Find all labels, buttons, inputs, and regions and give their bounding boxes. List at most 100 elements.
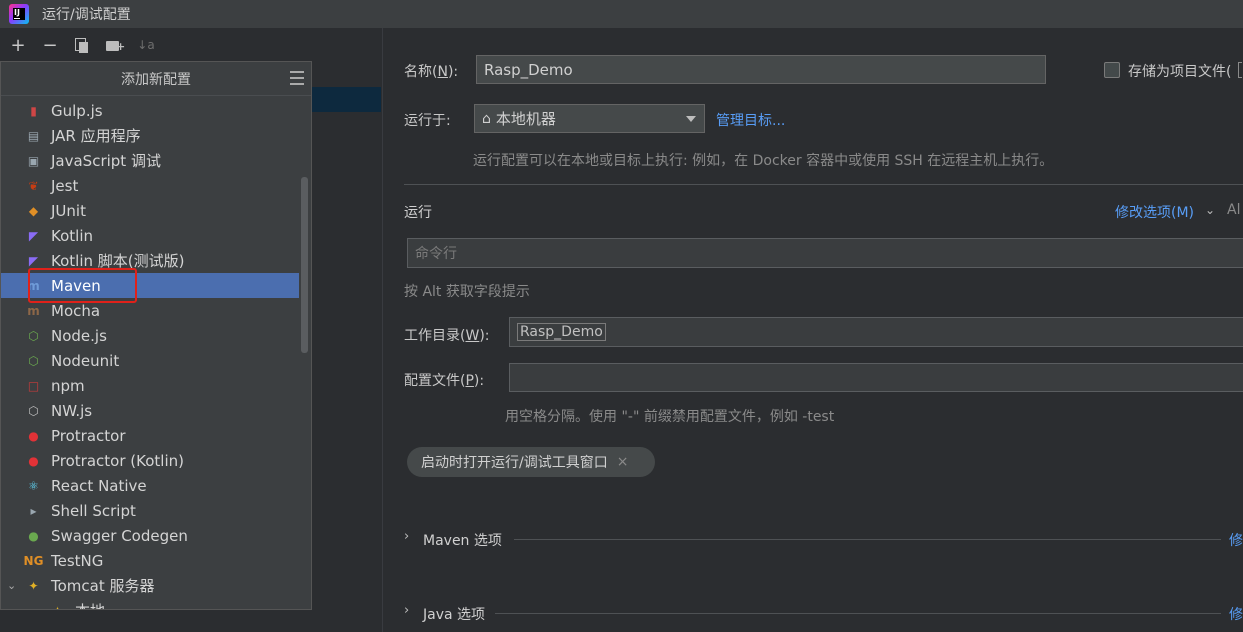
- maven-options-modify-link[interactable]: 修: [1229, 530, 1243, 550]
- config-type-item[interactable]: ◤ Kotlin 脚本(测试版): [1, 248, 299, 273]
- profiles-input[interactable]: [509, 363, 1243, 392]
- plus-icon: +: [10, 34, 26, 56]
- chevron-right-icon[interactable]: ›: [404, 529, 409, 544]
- store-file-icon[interactable]: [1238, 62, 1242, 78]
- remove-configuration-button[interactable]: −: [34, 30, 66, 60]
- run-section-title: 运行: [404, 205, 432, 221]
- open-tool-window-label: 启动时打开运行/调试工具窗口: [421, 455, 608, 471]
- profiles-hint: 用空格分隔。使用 "-" 前缀禁用配置文件，例如 -test: [505, 409, 835, 425]
- config-type-label: Kotlin 脚本(测试版): [51, 252, 185, 270]
- kotlin-script-icon: ◤: [28, 253, 39, 268]
- nodeunit-icon: ⬡: [28, 353, 39, 368]
- config-type-label: Jest: [51, 176, 79, 195]
- divider: [495, 613, 1221, 614]
- react-native-icon: ⚛: [28, 478, 39, 493]
- run-on-label: 运行于:: [404, 113, 451, 129]
- jest-icon: ❦: [28, 178, 39, 193]
- config-type-item[interactable]: ⬡ Nodeunit: [1, 348, 299, 373]
- config-type-label: Nodeunit: [51, 351, 120, 370]
- config-type-label: Tomcat 服务器: [51, 577, 155, 595]
- tree-selected-row[interactable]: [312, 87, 381, 112]
- add-configuration-button[interactable]: +: [2, 30, 34, 60]
- profiles-label: 配置文件(P):: [404, 373, 485, 389]
- collapse-all-icon[interactable]: [290, 70, 304, 86]
- name-input-value: Rasp_Demo: [484, 60, 573, 79]
- config-type-item[interactable]: ⌄ ✦ Tomcat 服务器: [1, 573, 299, 598]
- config-type-item[interactable]: ⬡ Node.js: [1, 323, 299, 348]
- config-type-label: JAR 应用程序: [51, 127, 141, 145]
- popup-scrollbar[interactable]: [301, 177, 308, 353]
- config-type-item[interactable]: ▤ JAR 应用程序: [1, 123, 299, 148]
- config-type-label: Node.js: [51, 326, 107, 345]
- intellij-logo-icon: IJ: [9, 4, 29, 24]
- popup-header: 添加新配置: [1, 62, 311, 96]
- store-as-project-file-label: 存储为项目文件(: [1128, 64, 1232, 80]
- run-on-select[interactable]: ⌂ 本地机器: [474, 104, 705, 133]
- name-label: 名称(N):: [404, 64, 459, 80]
- modify-options-link[interactable]: 修改选项(M): [1115, 202, 1194, 222]
- run-on-hint: 运行配置可以在本地或目标上执行: 例如，在 Docker 容器中或使用 SSH …: [473, 153, 1054, 169]
- alt-field-hint: 按 Alt 获取字段提示: [404, 284, 530, 300]
- modify-options-shortcut: Al: [1227, 202, 1241, 218]
- config-type-item[interactable]: ▸ Shell Script: [1, 498, 299, 523]
- manage-targets-link[interactable]: 管理目标...: [716, 110, 785, 130]
- config-type-item[interactable]: ⬡ NW.js: [1, 398, 299, 423]
- config-type-label: TestNG: [51, 551, 104, 570]
- junit-icon: ◆: [28, 203, 39, 218]
- config-type-label: React Native: [51, 476, 147, 495]
- copy-configuration-button[interactable]: [66, 30, 98, 60]
- protractor-kotlin-icon: ●: [28, 453, 39, 468]
- config-type-item[interactable]: ● Protractor (Kotlin): [1, 448, 299, 473]
- gulp-icon: ▮: [30, 103, 37, 118]
- config-toolbar: + − ↓a: [0, 28, 383, 62]
- jar-icon: ▤: [27, 128, 40, 143]
- config-type-label: Maven: [51, 276, 101, 295]
- config-type-item[interactable]: NG TestNG: [1, 548, 299, 573]
- divider: [404, 184, 1243, 185]
- config-type-label: Protractor: [51, 426, 126, 445]
- config-type-label: Gulp.js: [51, 101, 103, 120]
- java-options-modify-link[interactable]: 修: [1229, 604, 1243, 624]
- config-type-item[interactable]: ⚛ React Native: [1, 473, 299, 498]
- config-type-label: npm: [51, 376, 85, 395]
- configuration-type-list: ▮ Gulp.js ▤ JAR 应用程序 ▣ JavaScript 调试 ❦ Jest ◆ JUn…: [1, 98, 299, 609]
- command-line-input[interactable]: 命令行: [407, 238, 1243, 268]
- config-type-item[interactable]: ✦ 本地: [1, 598, 299, 609]
- config-type-item[interactable]: ◆ JUnit: [1, 198, 299, 223]
- javascript-debug-icon: ▣: [27, 153, 40, 168]
- java-options-section[interactable]: Java 选项: [423, 604, 485, 624]
- config-type-item[interactable]: m Mocha: [1, 298, 299, 323]
- config-type-item[interactable]: ▮ Gulp.js: [1, 98, 299, 123]
- sort-alpha-icon: ↓a: [137, 38, 155, 52]
- run-on-value: 本地机器: [495, 110, 556, 128]
- protractor-icon: ●: [28, 428, 39, 443]
- command-line-placeholder: 命令行: [415, 246, 457, 262]
- tomcat-icon: ✦: [28, 578, 39, 593]
- close-icon[interactable]: ×: [617, 454, 629, 470]
- minus-icon: −: [42, 34, 58, 56]
- config-type-label: Kotlin: [51, 226, 93, 245]
- store-as-project-file-checkbox[interactable]: [1104, 62, 1120, 78]
- sort-button[interactable]: ↓a: [130, 30, 162, 60]
- open-tool-window-chip[interactable]: 启动时打开运行/调试工具窗口 ×: [407, 447, 655, 477]
- nodejs-icon: ⬡: [28, 328, 39, 343]
- shell-script-icon: ▸: [30, 503, 37, 518]
- divider: [514, 539, 1221, 540]
- config-type-item[interactable]: m Maven: [1, 273, 299, 298]
- working-dir-value: Rasp_Demo: [517, 323, 606, 341]
- chevron-down-icon[interactable]: ⌄: [7, 579, 16, 592]
- config-type-item[interactable]: ● Swagger Codegen: [1, 523, 299, 548]
- new-folder-button[interactable]: [98, 30, 130, 60]
- config-type-label: Swagger Codegen: [51, 526, 188, 545]
- copy-icon: [75, 37, 89, 53]
- config-type-item[interactable]: ● Protractor: [1, 423, 299, 448]
- config-type-item[interactable]: ❦ Jest: [1, 173, 299, 198]
- chevron-right-icon[interactable]: ›: [404, 603, 409, 618]
- config-type-item[interactable]: ▣ JavaScript 调试: [1, 148, 299, 173]
- config-type-item[interactable]: ◤ Kotlin: [1, 223, 299, 248]
- working-dir-input[interactable]: Rasp_Demo: [509, 317, 1243, 347]
- chevron-down-icon: ⌄: [1205, 203, 1216, 217]
- name-input[interactable]: Rasp_Demo: [476, 55, 1046, 84]
- maven-options-section[interactable]: Maven 选项: [423, 530, 502, 550]
- config-type-item[interactable]: □ npm: [1, 373, 299, 398]
